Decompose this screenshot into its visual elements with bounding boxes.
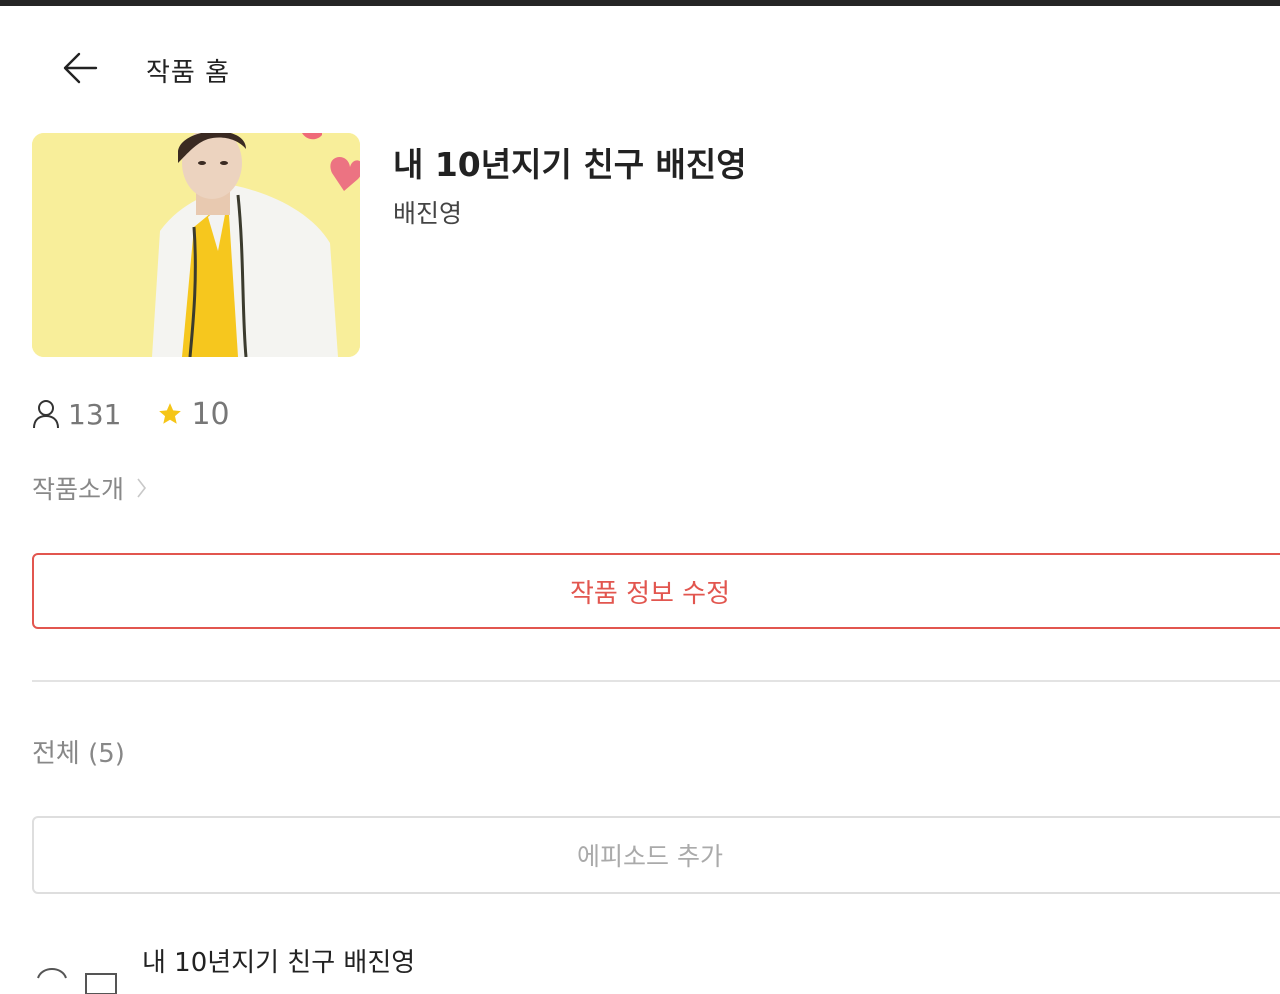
episode-thumbnail (37, 968, 117, 994)
chevron-right-icon (137, 478, 147, 498)
work-author: 배진영 (393, 199, 463, 228)
rating-value: 10 (191, 396, 230, 432)
arrow-left-icon (63, 52, 98, 84)
stats-row: 131 10 (32, 394, 230, 434)
add-episode-label: 에피소드 추가 (577, 842, 723, 871)
rating-stat: 10 (157, 396, 230, 432)
episode-title: 내 10년지기 친구 배진영 (142, 948, 416, 978)
page-title: 작품 홈 (146, 58, 231, 88)
episode-list-item[interactable]: 내 10년지기 친구 배진영 (32, 936, 1280, 994)
edit-work-info-button[interactable]: 작품 정보 수정 (32, 553, 1280, 629)
readers-stat: 131 (32, 398, 121, 431)
episode-count: 전체 (5) (32, 739, 125, 769)
header: 작품 홈 (0, 6, 1280, 126)
intro-link[interactable]: 작품소개 (32, 470, 150, 506)
edit-work-info-label: 작품 정보 수정 (569, 578, 731, 609)
add-episode-button[interactable]: 에피소드 추가 (32, 816, 1280, 894)
cover-image (32, 133, 360, 357)
star-icon (159, 403, 182, 424)
user-icon (33, 400, 59, 429)
back-button[interactable] (56, 46, 104, 90)
divider (32, 680, 1280, 682)
work-title: 내 10년지기 친구 배진영 (393, 145, 747, 184)
readers-count: 131 (68, 397, 122, 431)
intro-label: 작품소개 (32, 475, 125, 504)
cover-illustration (32, 133, 360, 357)
